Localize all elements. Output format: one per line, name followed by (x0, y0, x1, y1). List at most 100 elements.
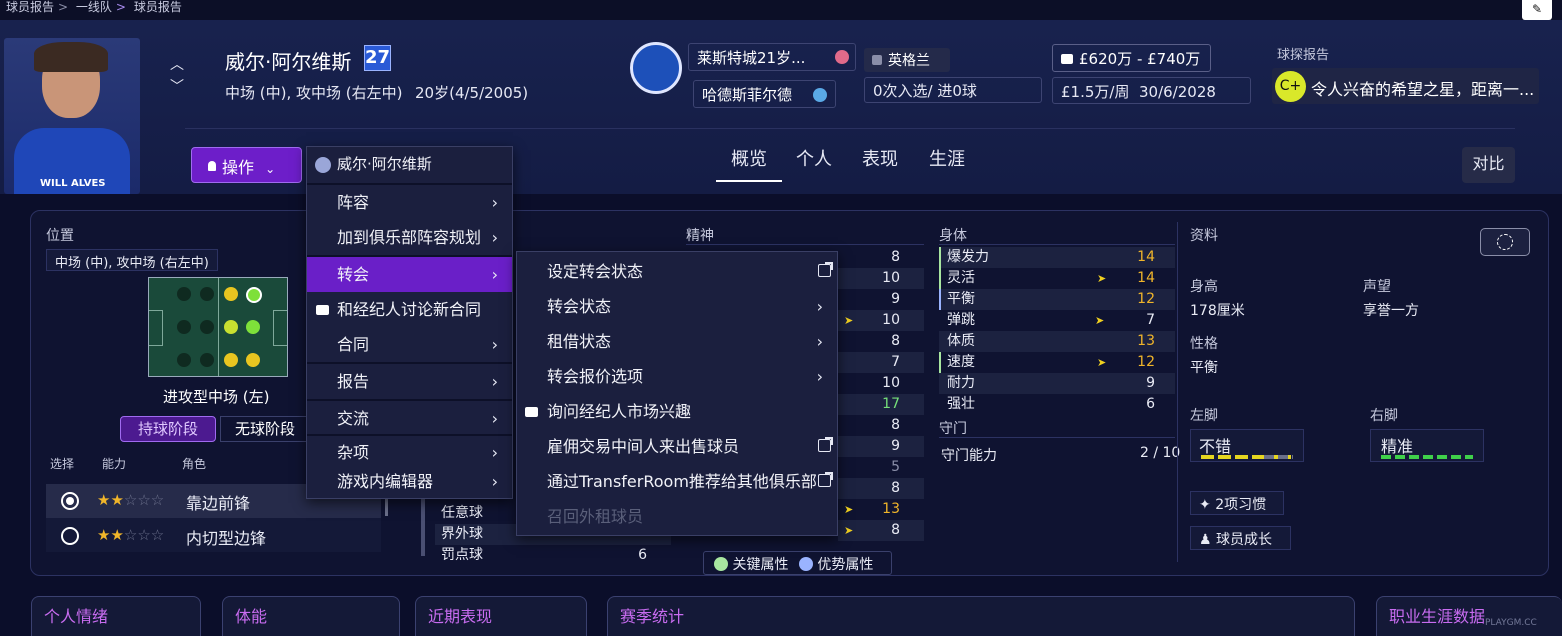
attr-value: 6 (638, 547, 647, 563)
attr-row: 8 (838, 478, 924, 499)
caps-text: 0次入选/ 进0球 (873, 82, 977, 100)
external-link-icon (818, 262, 833, 277)
attr-row: 罚点球 6 (435, 545, 671, 566)
in-possession-button[interactable]: 持球阶段 (120, 416, 216, 442)
menu-item-interact[interactable]: 交流 › (307, 401, 512, 436)
value-box: £620万 - £740万 (1052, 44, 1211, 72)
player-positions: 中场 (中), 攻中场 (右左中) (225, 84, 403, 102)
submenu-set-transfer-status[interactable]: 设定转会状态 (517, 254, 837, 289)
attr-value: 9 (891, 291, 900, 307)
sparkle-icon: ✦ (1199, 497, 1216, 513)
profile-toggle-button[interactable] (1480, 228, 1530, 256)
habits-button[interactable]: ✦ 2项习惯 (1190, 491, 1284, 515)
club-name-box[interactable]: 莱斯特城21岁... (688, 43, 856, 71)
left-foot-label: 左脚 (1190, 408, 1218, 424)
role-item-name: 内切型边锋 (186, 529, 267, 548)
attr-name: 灵活 (947, 270, 975, 286)
card-fitness[interactable]: 体能 (222, 596, 400, 636)
personality-value: 平衡 (1190, 360, 1218, 376)
submenu-transfer-status[interactable]: 转会状态 › (517, 289, 837, 324)
chevron-right-icon: › (491, 228, 498, 247)
club-crest-icon[interactable] (630, 42, 682, 94)
tab-performance[interactable]: 表现 (862, 145, 898, 171)
menu-item-label: 合同 (337, 335, 370, 354)
nation-badge[interactable]: 英格兰 (864, 48, 950, 72)
card-morale[interactable]: 个人情绪 (31, 596, 201, 636)
caps-box: 0次入选/ 进0球 (864, 77, 1042, 103)
contract-box: £1.5万/周 30/6/2028 (1052, 77, 1251, 104)
radio-selected[interactable] (61, 492, 79, 510)
attr-row: 灵活 ➤ 14 (939, 268, 1175, 289)
attr-value: 12 (1137, 354, 1155, 370)
submenu-loan-status[interactable]: 租借状态 › (517, 324, 837, 359)
compare-button[interactable]: 对比 (1462, 147, 1515, 183)
attr-name: 弹跳 (947, 312, 975, 328)
breadcrumb-item[interactable]: 一线队 (76, 0, 112, 14)
physical-title: 身体 (939, 228, 967, 244)
attr-row: 平衡 12 (939, 289, 1175, 310)
tab-overview[interactable]: 概览 (731, 145, 767, 171)
attr-name: 罚点球 (441, 547, 483, 563)
submenu-recall-loan: 召回外租球员 (517, 499, 837, 534)
right-foot-value: 精准 (1381, 437, 1414, 456)
card-season-stats[interactable]: 赛季统计 (607, 596, 1355, 636)
position-value: 中场 (中), 攻中场 (右左中) (55, 256, 209, 271)
right-foot-box: 精准 (1370, 429, 1484, 462)
card-career-stats[interactable]: 职业生涯数据 (1376, 596, 1562, 636)
attr-value: 17 (882, 396, 900, 412)
menu-item-report[interactable]: 报告 › (307, 364, 512, 399)
tab-overview-underline (716, 180, 782, 182)
submenu-hire-broker[interactable]: 雇佣交易中间人来出售球员 (517, 429, 837, 464)
attr-row: 17 (838, 394, 924, 415)
menu-item-label: 杂项 (337, 443, 370, 462)
player-growth-button[interactable]: ♟ 球员成长 (1190, 526, 1291, 550)
menu-item-squad[interactable]: 阵容 › (307, 185, 512, 220)
attr-row: 5 (838, 457, 924, 478)
chat-icon (525, 407, 538, 417)
menu-item-editor[interactable]: 游戏内编辑器 › (307, 464, 512, 499)
personality-label: 性格 (1190, 336, 1218, 352)
attr-row: 强壮 6 (939, 394, 1175, 415)
habits-label: 2项习惯 (1215, 497, 1267, 513)
scout-summary: 令人兴奋的希望之星，距离一... (1311, 80, 1535, 99)
submenu-offer-options[interactable]: 转会报价选项 › (517, 359, 837, 394)
radio-unselected[interactable] (61, 527, 79, 545)
actions-button[interactable]: 操作 ⌄ (191, 147, 302, 183)
next-player-button[interactable]: ﹀ (170, 76, 184, 96)
out-possession-label: 无球阶段 (235, 420, 296, 438)
header-divider (185, 128, 1515, 129)
attr-value: 14 (1137, 249, 1155, 265)
submenu-item-label: 转会状态 (547, 297, 612, 316)
menu-item-squad-planner[interactable]: 加到俱乐部阵容规划 › (307, 220, 512, 255)
tab-career[interactable]: 生涯 (929, 145, 965, 171)
chevron-right-icon: › (816, 297, 823, 316)
tab-personal[interactable]: 个人 (796, 145, 832, 171)
attr-row: 爆发力 14 (939, 247, 1175, 268)
in-possession-label: 持球阶段 (137, 420, 198, 438)
previous-player-button[interactable]: ︿ (170, 54, 184, 74)
menu-item-transfer[interactable]: 转会 › (307, 257, 512, 292)
attr-value: 9 (891, 438, 900, 454)
attr-row: 7 (838, 352, 924, 373)
role-item-name: 靠边前锋 (186, 494, 251, 513)
menu-item-discuss-contract[interactable]: 和经纪人讨论新合同 (307, 292, 512, 327)
transfer-value: £620万 - £740万 (1079, 50, 1201, 68)
edit-icon[interactable]: ✎ (1522, 0, 1552, 20)
submenu-transferroom[interactable]: 通过TransferRoom推荐给其他俱乐部 (517, 464, 837, 499)
attr-value: 8 (891, 480, 900, 496)
attr-row: 体质 13 (939, 331, 1175, 352)
chevron-right-icon: › (491, 265, 498, 284)
external-link-icon (818, 472, 833, 487)
menu-item-label: 阵容 (337, 193, 370, 212)
submenu-item-label: 通过TransferRoom推荐给其他俱乐部 (547, 472, 817, 491)
shirt-text: WILL ALVES (40, 178, 106, 189)
second-club-box[interactable]: 哈德斯菲尔德 (693, 80, 836, 108)
breadcrumb-item[interactable]: 球员报告 (6, 0, 54, 14)
card-recent-form[interactable]: 近期表现 (415, 596, 587, 636)
submenu-ask-agent[interactable]: 询问经纪人市场兴趣 (517, 394, 837, 429)
attr-name: 速度 (947, 354, 975, 370)
menu-item-contract[interactable]: 合同 › (307, 327, 512, 362)
attr-value: 8 (891, 249, 900, 265)
breadcrumb-item[interactable]: 球员报告 (134, 0, 182, 14)
out-possession-button[interactable]: 无球阶段 (220, 416, 312, 442)
